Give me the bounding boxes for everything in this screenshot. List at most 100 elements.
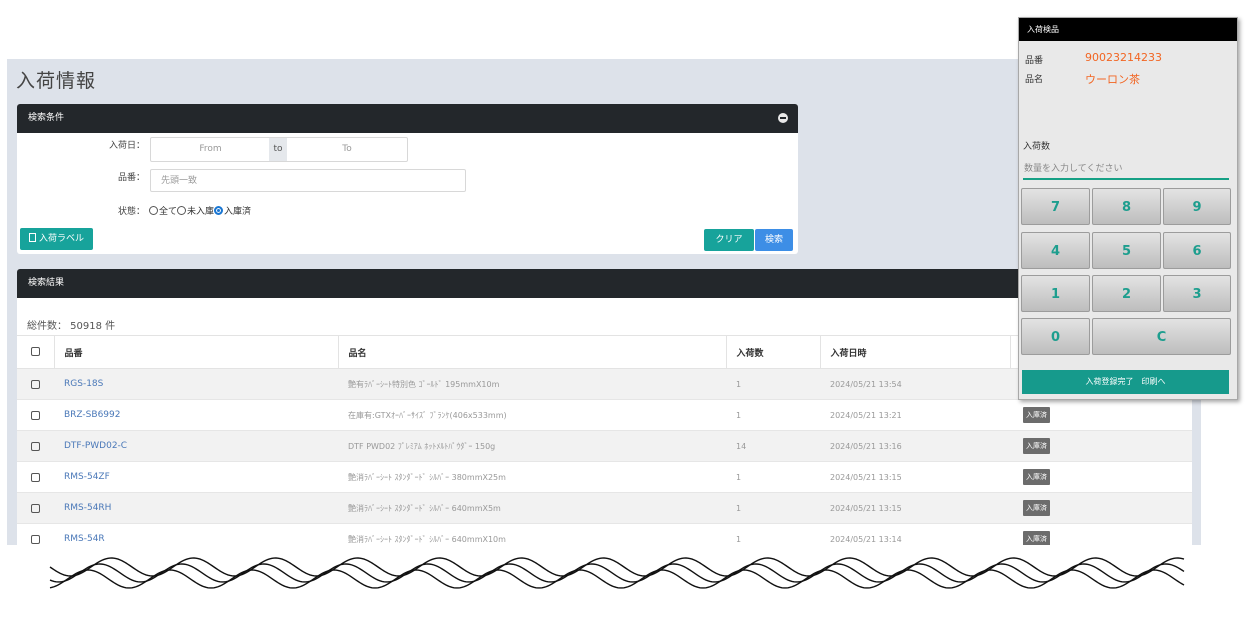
- row-select-cell: [17, 523, 54, 545]
- search-panel-title: 検索条件: [28, 113, 65, 123]
- arrival-label-button-text: 入荷ラベル: [38, 234, 84, 244]
- row-datetime: 2024/05/21 13:15: [820, 492, 1010, 524]
- table-row[interactable]: RMS-54ZF 艶消ﾗﾊﾞｰｼｰﾄ ｽﾀﾝﾀﾞｰﾄﾞ ｼﾙﾊﾞｰ 380mmX2…: [17, 461, 1192, 493]
- row-checkbox[interactable]: [31, 534, 40, 544]
- results-panel: 検索結果 総件数： 50918 件 品番 品名 入荷数 入荷日時 入 RGS-1…: [17, 269, 1192, 545]
- row-datetime: 2024/05/21 13:16: [820, 430, 1010, 462]
- table-header-row: 品番 品名 入荷数 入荷日時 入: [17, 335, 1192, 369]
- keypad-key-0[interactable]: 0: [1021, 318, 1090, 355]
- row-datetime: 2024/05/21 13:21: [820, 399, 1010, 431]
- keypad-key-9[interactable]: 9: [1163, 188, 1231, 225]
- row-checkbox[interactable]: [31, 441, 40, 451]
- keypad-key-6[interactable]: 6: [1163, 232, 1231, 269]
- row-name: 艶有ﾗﾊﾞｰｼｰﾄ特別色 ｺﾞｰﾙﾄﾞ 195mmX10m: [338, 368, 726, 400]
- row-datetime: 2024/05/21 13:54: [820, 368, 1010, 400]
- qty-input[interactable]: 数量を入力してください: [1023, 160, 1229, 180]
- keypad-key-5[interactable]: 5: [1092, 232, 1161, 269]
- row-select-cell: [17, 368, 54, 400]
- row-name: 艶消ﾗﾊﾞｰｼｰﾄ ｽﾀﾝﾀﾞｰﾄﾞ ｼﾙﾊﾞｰ 640mmX5m: [338, 492, 726, 524]
- results-panel-header: 検索結果: [17, 269, 1192, 298]
- row-code-link[interactable]: BRZ-SB6992: [54, 399, 338, 431]
- keypad-key-clear[interactable]: C: [1092, 318, 1231, 355]
- row-code-link[interactable]: RMS-54R: [54, 523, 338, 545]
- row-code-link[interactable]: DTF-PWD02-C: [54, 430, 338, 462]
- status-option-all: 全て: [159, 207, 178, 217]
- date-separator: to: [269, 138, 287, 161]
- row-select-cell: [17, 430, 54, 462]
- status-badge: 入庫済: [1023, 531, 1050, 545]
- select-all-checkbox[interactable]: [31, 347, 40, 356]
- column-header-name[interactable]: 品名: [337, 335, 726, 369]
- status-radio-group: 全て 未入庫 入庫済: [149, 204, 251, 217]
- row-status-cell: 入庫済: [1010, 492, 1192, 524]
- row-status-cell: 入庫済: [1010, 430, 1192, 462]
- arrival-inspection-dialog: 入荷検品 品番 90023214233 品名 ウーロン茶 入荷数 数量を入力して…: [1018, 17, 1238, 400]
- row-qty: 14: [726, 430, 820, 462]
- select-all-cell: [17, 335, 54, 369]
- column-header-code[interactable]: 品番: [53, 335, 338, 369]
- clear-button[interactable]: クリア: [704, 229, 754, 251]
- keypad-key-3[interactable]: 3: [1163, 275, 1231, 312]
- row-checkbox[interactable]: [31, 472, 40, 482]
- results-panel-title: 検索結果: [28, 278, 65, 288]
- dialog-code-label: 品番: [1025, 56, 1044, 66]
- keypad-key-4[interactable]: 4: [1021, 232, 1090, 269]
- keypad-key-8[interactable]: 8: [1092, 188, 1161, 225]
- date-range-field[interactable]: From to To: [150, 137, 408, 162]
- wavy-lines-graphic: [49, 557, 1185, 589]
- keypad-key-7[interactable]: 7: [1021, 188, 1090, 225]
- keypad-key-2[interactable]: 2: [1092, 275, 1161, 312]
- code-label: 品番：: [117, 173, 145, 183]
- row-name: 艶消ﾗﾊﾞｰｼｰﾄ ｽﾀﾝﾀﾞｰﾄﾞ ｼﾙﾊﾞｰ 640mmX10m: [338, 523, 726, 545]
- column-header-qty[interactable]: 入荷数: [725, 335, 820, 369]
- table-row[interactable]: RGS-18S 艶有ﾗﾊﾞｰｼｰﾄ特別色 ｺﾞｰﾙﾄﾞ 195mmX10m 1 202…: [17, 368, 1192, 400]
- search-button[interactable]: 検索: [755, 229, 793, 251]
- row-qty: 1: [726, 368, 820, 400]
- row-code-link[interactable]: RGS-18S: [54, 368, 338, 400]
- column-header-datetime[interactable]: 入荷日時: [819, 335, 1010, 369]
- table-row[interactable]: RMS-54RH 艶消ﾗﾊﾞｰｼｰﾄ ｽﾀﾝﾀﾞｰﾄﾞ ｼﾙﾊﾞｰ 640mmX5…: [17, 492, 1192, 524]
- row-checkbox[interactable]: [31, 379, 40, 389]
- dialog-code-value: 90023214233: [1085, 51, 1162, 64]
- arrival-label-button[interactable]: 入荷ラベル: [20, 228, 93, 250]
- row-name: 艶消ﾗﾊﾞｰｼｰﾄ ｽﾀﾝﾀﾞｰﾄﾞ ｼﾙﾊﾞｰ 380mmX25m: [338, 461, 726, 493]
- table-row[interactable]: BRZ-SB6992 在庫有:GTXｵｰﾊﾞｰｻｲｽﾞ ﾌﾞﾗﾝｹ(406x533…: [17, 399, 1192, 431]
- status-radio-all[interactable]: [149, 206, 158, 215]
- row-qty: 1: [726, 399, 820, 431]
- date-from-input[interactable]: From: [151, 138, 270, 161]
- table-row[interactable]: RMS-54R 艶消ﾗﾊﾞｰｼｰﾄ ｽﾀﾝﾀﾞｰﾄﾞ ｼﾙﾊﾞｰ 640mmX10…: [17, 523, 1192, 545]
- row-name: DTF PWD02 ﾌﾟﾚﾐｱﾑ ﾎｯﾄﾒﾙﾄﾊﾟｳﾀﾞｰ 150g: [338, 430, 726, 462]
- date-label: 入荷日：: [108, 141, 145, 151]
- row-qty: 1: [726, 492, 820, 524]
- row-checkbox[interactable]: [31, 410, 40, 420]
- date-to-input[interactable]: To: [287, 138, 407, 161]
- row-status-cell: 入庫済: [1010, 461, 1192, 493]
- page-title: 入荷情報: [16, 70, 97, 92]
- dialog-name-label: 品名: [1025, 75, 1044, 85]
- table-row[interactable]: DTF-PWD02-C DTF PWD02 ﾌﾟﾚﾐｱﾑ ﾎｯﾄﾒﾙﾄﾊﾟｳﾀﾞｰ…: [17, 430, 1192, 462]
- status-option-done: 入庫済: [224, 207, 252, 217]
- status-radio-done[interactable]: [214, 206, 224, 215]
- row-name: 在庫有:GTXｵｰﾊﾞｰｻｲｽﾞ ﾌﾞﾗﾝｹ(406x533mm): [338, 399, 726, 431]
- status-label: 状態：: [117, 207, 145, 217]
- results-table: 品番 品名 入荷数 入荷日時 入 RGS-18S艶有ﾗﾊﾞｰｼｰﾄ特別色 ｺﾞｰ…: [17, 335, 1192, 545]
- status-badge: 入庫済: [1023, 500, 1050, 516]
- row-select-cell: [17, 399, 54, 431]
- dialog-title: 入荷検品: [1019, 18, 1237, 41]
- collapse-icon[interactable]: [778, 113, 788, 123]
- row-code-link[interactable]: RMS-54ZF: [54, 461, 338, 493]
- register-complete-button[interactable]: 入荷登録完了 印刷へ: [1022, 370, 1229, 394]
- code-search-input[interactable]: 先頭一致: [150, 169, 466, 192]
- status-radio-pending[interactable]: [177, 206, 187, 215]
- row-checkbox[interactable]: [31, 503, 40, 513]
- status-badge: 入庫済: [1023, 407, 1050, 423]
- status-badge: 入庫済: [1023, 438, 1050, 454]
- row-code-link[interactable]: RMS-54RH: [54, 492, 338, 524]
- row-status-cell: 入庫済: [1010, 399, 1192, 431]
- row-select-cell: [17, 461, 54, 493]
- dialog-name-value: ウーロン茶: [1085, 73, 1140, 86]
- row-datetime: 2024/05/21 13:14: [820, 523, 1010, 545]
- row-datetime: 2024/05/21 13:15: [820, 461, 1010, 493]
- document-icon: [28, 233, 36, 242]
- keypad-key-1[interactable]: 1: [1021, 275, 1090, 312]
